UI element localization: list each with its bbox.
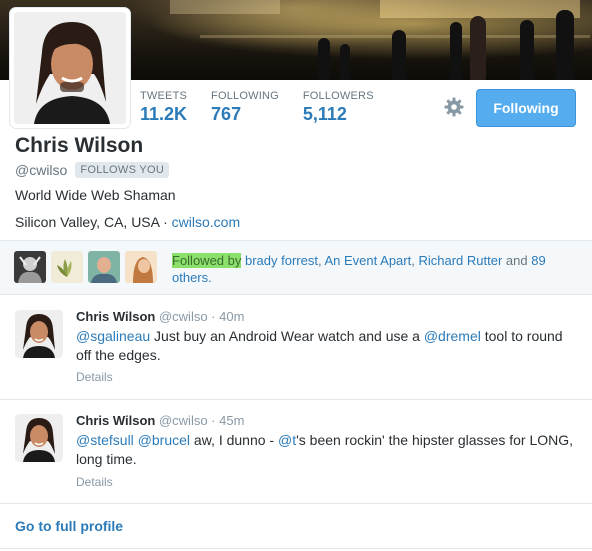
follower-avatar[interactable] bbox=[125, 251, 157, 283]
tweet-avatar[interactable] bbox=[15, 310, 63, 358]
tweet-author-name[interactable]: Chris Wilson bbox=[76, 309, 155, 324]
stat-value: 767 bbox=[211, 104, 242, 124]
stat-followers[interactable]: FOLLOWERS 5,112 bbox=[303, 90, 374, 125]
tweet-item[interactable]: Chris Wilson @cwilso · 45m @stefsull @br… bbox=[0, 400, 592, 504]
tweet-author-name[interactable]: Chris Wilson bbox=[76, 413, 155, 428]
profile-location: Silicon Valley, CA, USA bbox=[15, 214, 160, 230]
tweet-author-handle[interactable]: @cwilso bbox=[159, 413, 208, 428]
tweet-mention[interactable]: @brucel bbox=[138, 432, 190, 448]
tweet-text-segment: aw, I dunno - bbox=[190, 432, 278, 448]
profile-bio: World Wide Web Shaman bbox=[15, 187, 176, 203]
stat-value: 5,112 bbox=[302, 104, 347, 124]
profile-stats: TWEETS 11.2K FOLLOWING 767 FOLLOWERS 5,1… bbox=[140, 90, 398, 125]
go-to-full-profile-link[interactable]: Go to full profile bbox=[15, 518, 123, 534]
profile-handle[interactable]: @cwilso bbox=[15, 162, 67, 178]
stat-following[interactable]: FOLLOWING 767 bbox=[211, 90, 279, 125]
followed-by-and: and bbox=[505, 253, 528, 268]
tweet-avatar[interactable] bbox=[15, 414, 63, 462]
gear-icon[interactable] bbox=[444, 97, 464, 117]
tweet-mention[interactable]: @dremel bbox=[424, 328, 481, 344]
followed-by-box: Followed by brady forrest, An Event Apar… bbox=[0, 240, 592, 295]
stat-label: FOLLOWING bbox=[211, 90, 279, 102]
tweet-mention[interactable]: @sgalineau bbox=[76, 328, 150, 344]
stat-label: TWEETS bbox=[140, 90, 188, 102]
stat-value: 11.2K bbox=[140, 104, 188, 124]
tweet-author-handle[interactable]: @cwilso bbox=[159, 309, 208, 324]
stat-tweets[interactable]: TWEETS 11.2K bbox=[140, 90, 187, 125]
tweet-text: @sgalineau Just buy an Android Wear watc… bbox=[76, 327, 576, 365]
tweet-timestamp[interactable]: 45m bbox=[219, 413, 244, 428]
tweet-details-link[interactable]: Details bbox=[76, 370, 113, 384]
profile-name[interactable]: Chris Wilson bbox=[15, 134, 143, 158]
tweet-header: Chris Wilson @cwilso · 45m bbox=[76, 413, 245, 428]
followed-by-text: Followed by brady forrest, An Event Apar… bbox=[172, 253, 546, 285]
follower-avatar[interactable] bbox=[14, 251, 46, 283]
follower-avatars bbox=[14, 251, 162, 283]
tweet-mention[interactable]: @t bbox=[278, 432, 296, 448]
tweet-details-link[interactable]: Details bbox=[76, 475, 113, 489]
avatar-image bbox=[14, 12, 126, 124]
following-button[interactable]: Following bbox=[476, 89, 576, 127]
profile-avatar[interactable] bbox=[10, 8, 130, 128]
location-row: Silicon Valley, CA, USA · cwilso.com bbox=[15, 214, 240, 230]
stat-label: FOLLOWERS bbox=[302, 90, 374, 102]
tweet-timestamp[interactable]: 40m bbox=[219, 309, 244, 324]
followed-by-name[interactable]: Richard Rutter bbox=[418, 253, 502, 268]
location-separator: · bbox=[159, 214, 172, 230]
follower-avatar[interactable] bbox=[51, 251, 83, 283]
followed-by-name[interactable]: An Event Apart bbox=[325, 253, 412, 268]
tweet-mention[interactable]: @stefsull bbox=[76, 432, 134, 448]
follows-you-badge: FOLLOWS YOU bbox=[75, 162, 170, 178]
divider bbox=[0, 548, 592, 549]
tweet-text-segment: Just buy an Android Wear watch and use a bbox=[150, 328, 424, 344]
followed-by-prefix: Followed by bbox=[172, 253, 242, 268]
tweet-item[interactable]: Chris Wilson @cwilso · 40m @sgalineau Ju… bbox=[0, 296, 592, 400]
tweet-header: Chris Wilson @cwilso · 40m bbox=[76, 309, 245, 324]
followed-by-name[interactable]: brady forrest bbox=[245, 253, 318, 268]
follower-avatar[interactable] bbox=[88, 251, 120, 283]
tweet-text: @stefsull @brucel aw, I dunno - @t's bee… bbox=[76, 431, 576, 469]
profile-website-link[interactable]: cwilso.com bbox=[172, 214, 240, 230]
handle-row: @cwilso FOLLOWS YOU bbox=[15, 162, 170, 178]
